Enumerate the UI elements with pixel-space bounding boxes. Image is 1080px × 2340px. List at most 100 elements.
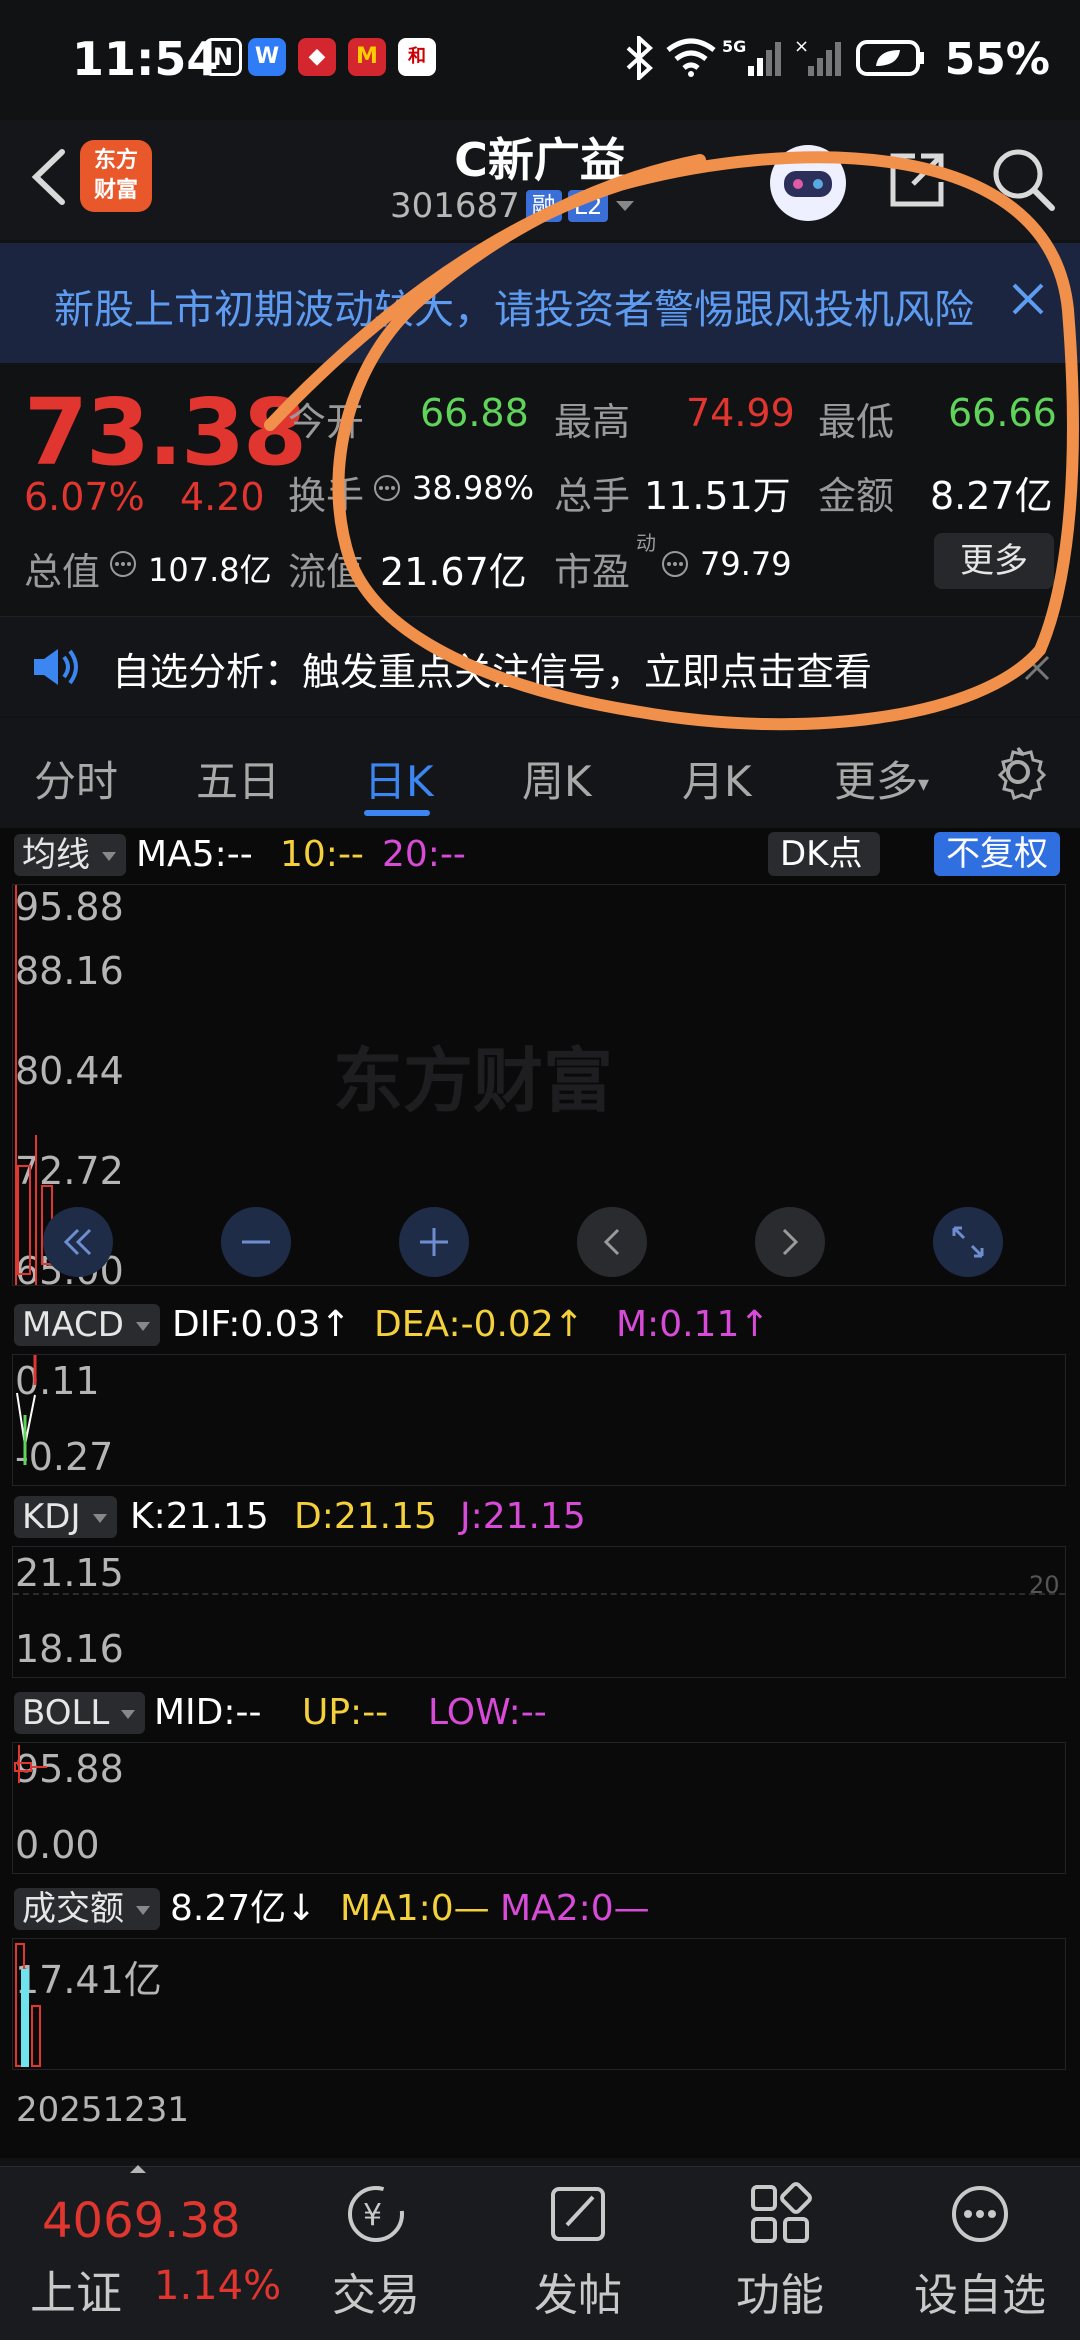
nav-add-watchlist[interactable]: 设自选 <box>900 2179 1060 2323</box>
tab-weekly-k[interactable]: 周K <box>522 748 592 809</box>
tab-intraday[interactable]: 分时 <box>34 748 118 809</box>
tab-more[interactable]: 更多▾ <box>834 748 929 809</box>
search-icon[interactable] <box>988 144 1058 214</box>
chevron-right-icon <box>782 1228 799 1256</box>
info-icon[interactable] <box>660 549 690 579</box>
tab-daily-k[interactable]: 日K <box>364 748 434 809</box>
float-value: 21.67亿 <box>380 550 527 594</box>
nfc-icon: N <box>204 38 242 76</box>
boll-low: LOW:-- <box>428 1692 547 1733</box>
status-time: 11:54 <box>72 32 219 86</box>
turnover-value: 38.98% <box>412 469 535 507</box>
low-label: 最低 <box>818 400 895 444</box>
risk-notice-banner[interactable]: 新股上市初期波动较大，请投资者警惕跟风投机风险 <box>0 243 1080 363</box>
boll-pane: 95.88 0.00 <box>12 1742 1066 1874</box>
svg-text:×: × <box>794 36 809 57</box>
jump-start-button[interactable] <box>43 1207 113 1277</box>
high-value: 74.99 <box>686 391 795 435</box>
kdj-axis-tick: 21.15 <box>15 1551 124 1595</box>
index-percent: 1.14% <box>154 2263 282 2309</box>
boll-select[interactable]: BOLL <box>14 1692 146 1734</box>
battery-icon <box>856 40 924 76</box>
index-value: 4069.38 <box>42 2193 241 2249</box>
analysis-text: 自选分析：触发重点关注信号，立即点击查看 <box>112 650 873 694</box>
ma5-label: MA5:-- <box>136 834 253 875</box>
kline-chart-area[interactable]: 均线 MA5:-- 10:-- 20:-- DK点 不复权 东方财富 95.88… <box>0 828 1080 2158</box>
more-quote-button[interactable]: 更多 <box>934 533 1054 589</box>
info-icon[interactable] <box>108 549 138 579</box>
stock-header: 东方 财富 C新广益 301687 融 L2 <box>0 120 1080 240</box>
boll-mid: MID:-- <box>154 1692 262 1733</box>
ma-select[interactable]: 均线 <box>14 834 126 876</box>
hexun-app-icon: 和 <box>398 38 436 76</box>
volume-value: 11.51万 <box>644 474 791 518</box>
volume-select[interactable]: 成交额 <box>14 1888 160 1930</box>
macd-select[interactable]: MACD <box>14 1304 160 1346</box>
volume-indicator-bar: 成交额 8.27亿↓ MA1:0— MA2:0— <box>0 1882 1080 1934</box>
nav-post[interactable]: 发帖 <box>498 2179 658 2323</box>
ai-assistant-icon[interactable] <box>770 145 846 221</box>
stock-code-row[interactable]: 301687 融 L2 <box>390 186 636 226</box>
index-ticker[interactable]: 4069.38 上证 1.14% <box>0 2165 290 2340</box>
nav-trade[interactable]: ¥ 交易 <box>296 2179 456 2323</box>
volume-amount: 8.27亿↓ <box>170 1888 317 1929</box>
change-percent: 6.07% <box>24 475 145 519</box>
close-icon[interactable] <box>1020 651 1054 685</box>
pan-right-button[interactable] <box>755 1207 825 1277</box>
boll-up: UP:-- <box>302 1692 389 1733</box>
kdj-j: J:21.15 <box>460 1496 586 1537</box>
dk-point-label: DK点 <box>780 834 863 874</box>
boll-candle <box>14 1745 47 1783</box>
quote-panel: 73.38 6.07% 4.20 总值 107.8亿 今开 66.88 最高 7… <box>0 363 1080 613</box>
kdj-select[interactable]: KDJ <box>14 1496 117 1538</box>
caret-up-icon <box>130 2165 146 2173</box>
weixin-app-icon: W <box>248 38 286 76</box>
dk-point-button[interactable]: DK点 <box>768 832 881 876</box>
more-dots-icon <box>952 2186 1008 2242</box>
volume-pane: 17.41亿 <box>12 1938 1066 2070</box>
kdj-ref-label: 20 <box>1029 1571 1060 1599</box>
share-icon[interactable] <box>885 148 949 212</box>
high-label: 最高 <box>554 400 631 444</box>
price-axis-tick: 95.88 <box>15 885 124 929</box>
svg-text:5G: 5G <box>722 37 746 56</box>
tab-five-day[interactable]: 五日 <box>196 748 280 809</box>
low-value: 66.66 <box>948 391 1057 435</box>
tab-monthly-k[interactable]: 月K <box>682 748 752 809</box>
nav-functions[interactable]: 功能 <box>700 2179 860 2323</box>
amount-label: 金额 <box>818 474 895 518</box>
ma20-label: 20:-- <box>382 834 466 875</box>
pinduoduo-app-icon: ◆ <box>298 38 336 76</box>
kdj-indicator-bar: KDJ K:21.15 D:21.15 J:21.15 <box>0 1490 1080 1542</box>
close-icon[interactable] <box>998 269 1058 329</box>
period-tabs: 分时 五日 日K 周K 月K 更多▾ <box>0 718 1080 828</box>
pe-value: 79.79 <box>700 545 792 583</box>
total-value: 107.8亿 <box>148 551 272 589</box>
candle-body <box>17 1165 31 1275</box>
adjust-mode-button[interactable]: 不复权 <box>934 832 1060 876</box>
kdj-d: D:21.15 <box>294 1496 437 1537</box>
chevron-left-icon <box>603 1228 620 1256</box>
price-pane: 东方财富 95.88 88.16 80.44 72.72 65.00 <box>12 884 1066 1293</box>
status-bar: 11:54 N W ◆ M 和 5G × 55% <box>0 0 1080 120</box>
zoom-out-button[interactable] <box>221 1207 291 1277</box>
bluetooth-icon <box>626 36 653 80</box>
boll-axis-tick: 0.00 <box>15 1823 100 1867</box>
zoom-in-button[interactable] <box>399 1207 469 1277</box>
volume-axis-tick: 17.41亿 <box>15 1958 162 2002</box>
info-icon[interactable] <box>372 473 402 503</box>
total-value-label: 总值 <box>24 550 101 594</box>
gear-icon[interactable] <box>990 744 1046 800</box>
plus-icon <box>420 1228 448 1256</box>
candle-wick <box>35 1135 37 1285</box>
nav-add-watchlist-label: 设自选 <box>914 2270 1046 2321</box>
price-axis-tick: 88.16 <box>15 949 124 993</box>
pan-left-button[interactable] <box>577 1207 647 1277</box>
watchlist-analysis-bar[interactable]: 自选分析：触发重点关注信号，立即点击查看 <box>0 616 1080 716</box>
stock-code: 301687 <box>390 186 520 226</box>
volume-label: 总手 <box>554 474 631 518</box>
macd-indicator-bar: MACD DIF:0.03↑ DEA:-0.02↑ M:0.11↑ <box>0 1298 1080 1350</box>
macd-lines <box>16 1355 37 1465</box>
volume-ma1: MA1:0— <box>340 1888 490 1929</box>
fullscreen-button[interactable] <box>933 1207 1003 1277</box>
